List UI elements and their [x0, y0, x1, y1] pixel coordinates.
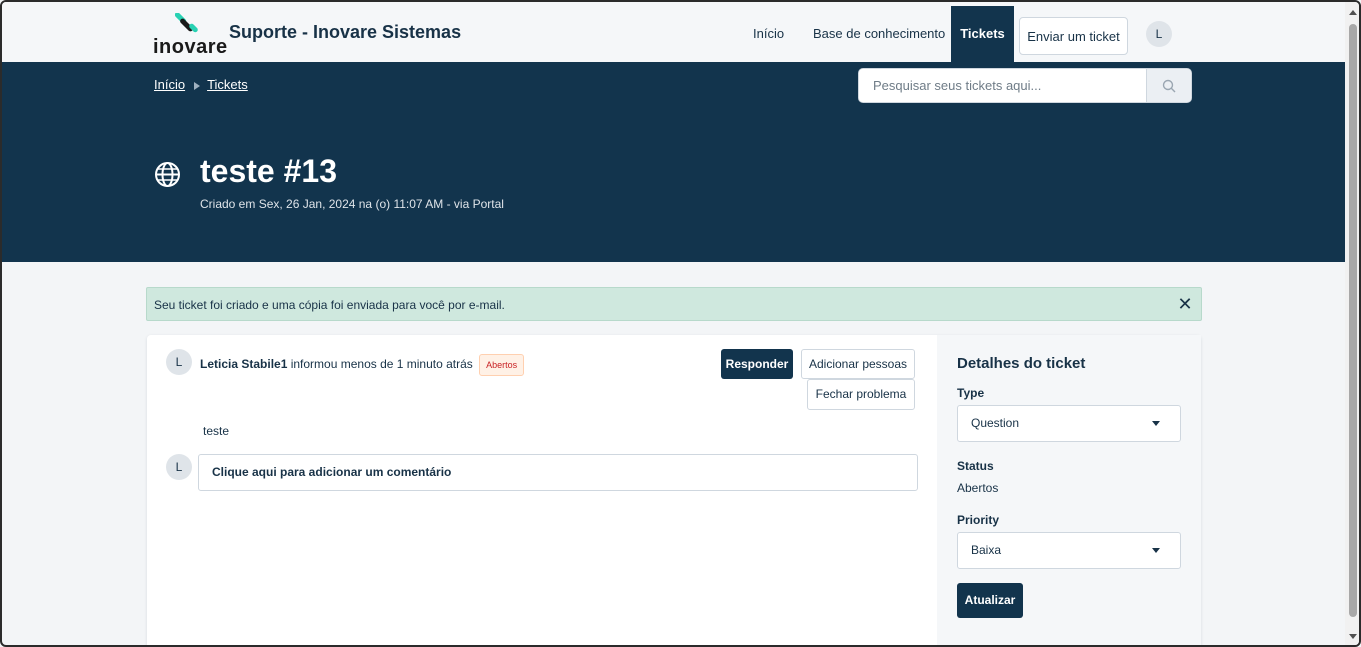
priority-value: Baixa	[971, 543, 1002, 557]
nav-tickets[interactable]: Tickets	[951, 6, 1014, 62]
search-button[interactable]	[1146, 69, 1191, 102]
breadcrumb-tickets-link[interactable]: Tickets	[207, 77, 248, 92]
logo-mark-icon	[175, 13, 198, 33]
type-label: Type	[957, 386, 985, 400]
chevron-down-icon	[1152, 548, 1160, 553]
ticket-search-input[interactable]	[859, 69, 1146, 102]
success-alert: Seu ticket foi criado e uma cópia foi en…	[146, 287, 1202, 321]
logo-text: inovare	[153, 36, 228, 58]
nav-knowledge-base[interactable]: Base de conhecimento	[813, 26, 945, 41]
company-logo[interactable]: inovare	[153, 13, 228, 58]
update-button[interactable]: Atualizar	[957, 583, 1023, 618]
status-value: Abertos	[957, 481, 999, 495]
type-select[interactable]: Question	[957, 405, 1181, 442]
alert-message: Seu ticket foi criado e uma cópia foi en…	[154, 298, 505, 312]
author-name[interactable]: Leticia Stabile1	[200, 357, 287, 371]
top-navigation: inovare Suporte - Inovare Sistemas Iníci…	[2, 2, 1345, 62]
ticket-hero: Início Tickets teste #13 Criado em Sex, 2…	[2, 62, 1345, 262]
scroll-up-icon[interactable]	[1349, 10, 1357, 15]
globe-icon	[155, 162, 180, 187]
search-icon	[1162, 79, 1176, 93]
type-value: Question	[971, 416, 1020, 430]
ticket-card: L Leticia Stabile1 informou menos de 1 m…	[147, 335, 1201, 645]
ticket-search	[858, 68, 1192, 103]
breadcrumb-home-link[interactable]: Início	[154, 77, 185, 92]
ticket-message: teste	[203, 424, 230, 438]
ticket-created-meta: Criado em Sex, 26 Jan, 2024 na (o) 11:07…	[200, 197, 504, 211]
ticket-title: teste #13	[200, 153, 337, 189]
chevron-down-icon	[1152, 421, 1160, 426]
scrollbar-thumb[interactable]	[1349, 24, 1357, 617]
status-badge: Abertos	[479, 354, 525, 376]
user-avatar[interactable]: L	[1146, 21, 1172, 47]
details-title: Detalhes do ticket	[957, 355, 1086, 372]
close-problem-button[interactable]: Fechar problema	[807, 379, 915, 410]
author-avatar: L	[166, 349, 192, 375]
browser-window: inovare Suporte - Inovare Sistemas Iníci…	[0, 0, 1361, 647]
close-icon[interactable]: ✕	[1175, 293, 1195, 315]
scroll-down-icon[interactable]	[1349, 634, 1357, 639]
commenter-avatar: L	[166, 454, 192, 480]
status-label: Status	[957, 459, 994, 473]
reply-button[interactable]: Responder	[721, 349, 793, 379]
ticket-details-panel: Detalhes do ticket Type Question Status …	[937, 335, 1201, 645]
portal-title[interactable]: Suporte - Inovare Sistemas	[229, 22, 461, 43]
priority-select[interactable]: Baixa	[957, 532, 1181, 569]
nav-home[interactable]: Início	[753, 26, 784, 41]
breadcrumb-separator-icon	[194, 81, 201, 90]
add-comment-field[interactable]: Clique aqui para adicionar um comentário	[198, 454, 918, 491]
author-action: informou menos de 1 minuto atrás	[287, 357, 473, 372]
add-people-button[interactable]: Adicionar pessoas	[801, 349, 915, 379]
submit-ticket-button[interactable]: Enviar um ticket	[1019, 17, 1128, 55]
priority-label: Priority	[957, 513, 1000, 527]
ticket-author-line: Leticia Stabile1 informou menos de 1 min…	[200, 354, 525, 376]
page-scrollbar[interactable]	[1345, 2, 1359, 645]
breadcrumb: Início Tickets	[154, 77, 248, 92]
